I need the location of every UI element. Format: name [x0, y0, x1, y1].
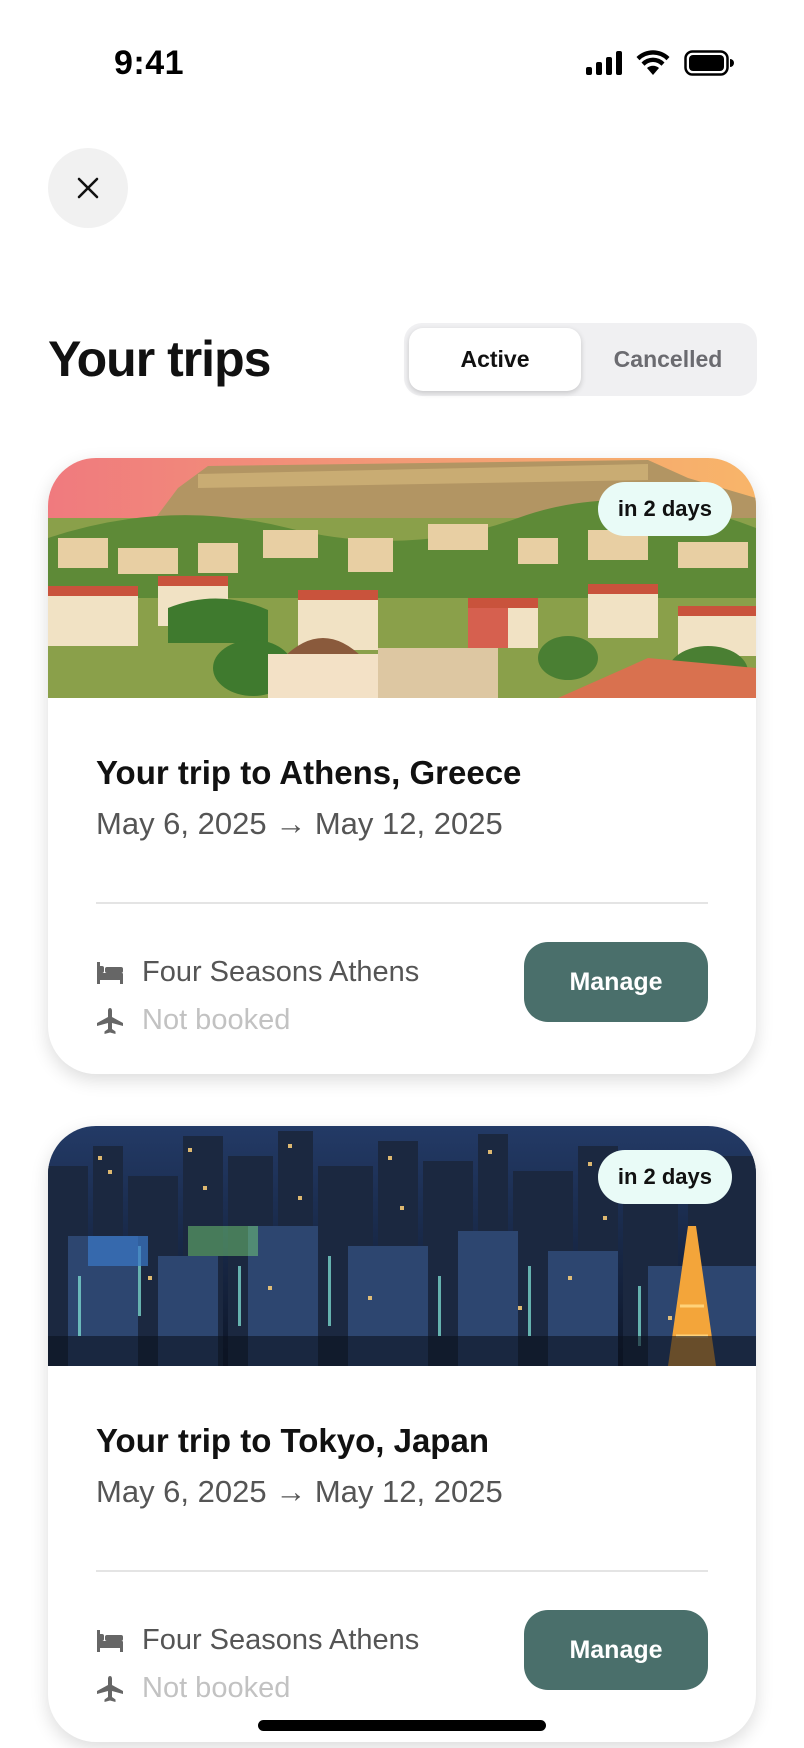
home-indicator[interactable] — [258, 1720, 546, 1731]
bed-icon — [96, 1627, 124, 1655]
trip-card-tokyo[interactable]: in 2 days Your trip to Tokyo, Japan May … — [48, 1126, 756, 1742]
flight-status: Not booked — [142, 1004, 291, 1036]
hotel-row: Four Seasons Athens — [96, 956, 419, 989]
bed-icon — [96, 959, 124, 987]
manage-button[interactable]: Manage — [524, 942, 708, 1022]
tokyo-photo: in 2 days — [48, 1126, 756, 1366]
trip-countdown-badge: in 2 days — [597, 1150, 732, 1204]
divider — [96, 1570, 708, 1572]
manage-button[interactable]: Manage — [524, 1610, 708, 1690]
trip-card-athens[interactable]: in 2 days Your trip to Athens, Greece Ma… — [48, 458, 756, 1074]
tab-cancelled[interactable]: Cancelled — [584, 328, 752, 391]
cellular-signal-icon — [586, 51, 622, 75]
flight-status: Not booked — [142, 1672, 291, 1704]
trip-dates: May 6, 2025 → May 12, 2025 — [96, 806, 503, 841]
flight-row: Not booked — [96, 1004, 290, 1037]
hotel-row: Four Seasons Athens — [96, 1624, 419, 1657]
close-button[interactable] — [48, 148, 128, 228]
tab-active[interactable]: Active — [409, 328, 581, 391]
flight-row: Not booked — [96, 1672, 290, 1705]
trip-title: Your trip to Tokyo, Japan — [96, 1422, 489, 1459]
trip-dates: May 6, 2025 → May 12, 2025 — [96, 1474, 503, 1509]
trip-title: Your trip to Athens, Greece — [96, 754, 522, 791]
page-title: Your trips — [48, 331, 271, 387]
airplane-icon — [96, 1675, 124, 1703]
hotel-name: Four Seasons Athens — [142, 1624, 420, 1656]
status-icons — [586, 50, 734, 76]
trip-countdown-badge: in 2 days — [597, 482, 732, 536]
status-time: 9:41 — [114, 44, 185, 82]
battery-icon — [684, 50, 734, 76]
trip-status-segmented-control: Active Cancelled — [404, 323, 757, 396]
status-bar: 9:41 — [0, 0, 804, 130]
athens-photo: in 2 days — [48, 458, 756, 698]
airplane-icon — [96, 1007, 124, 1035]
hotel-name: Four Seasons Athens — [142, 956, 420, 988]
wifi-icon — [636, 50, 670, 75]
close-icon — [77, 177, 99, 199]
divider — [96, 902, 708, 904]
